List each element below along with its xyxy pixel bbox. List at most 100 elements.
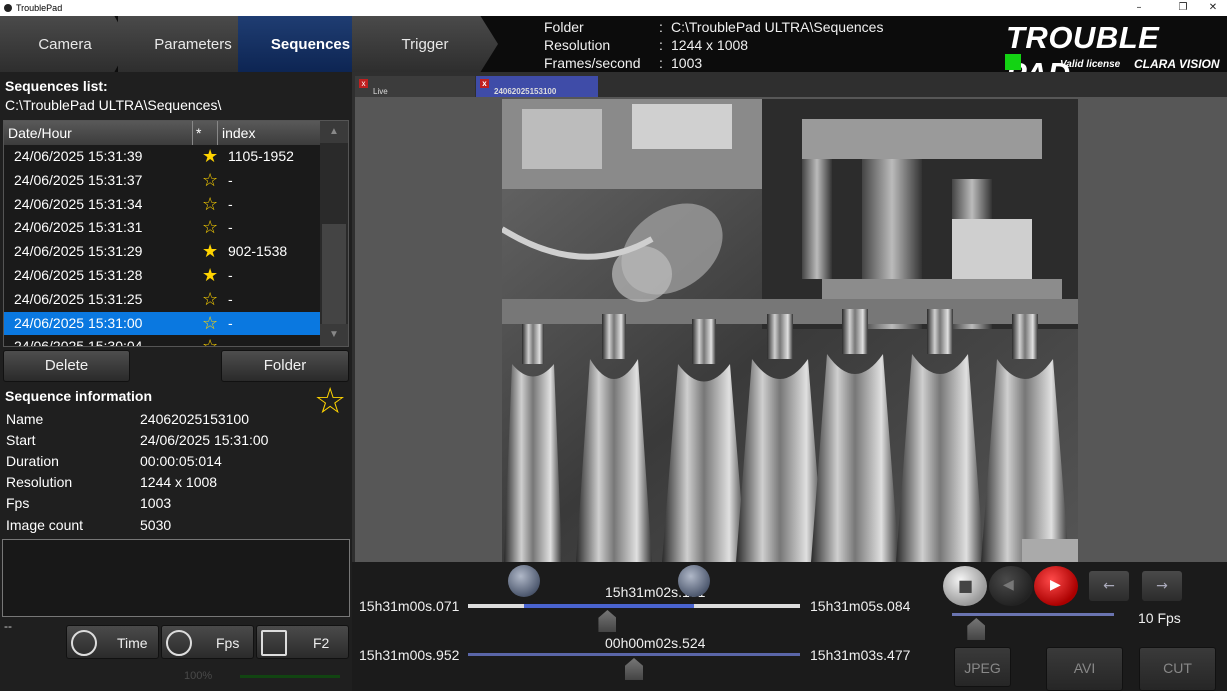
tab-label: Sequences (270, 36, 351, 53)
column-header-date[interactable]: Date/Hour (8, 125, 72, 141)
info-label-resolution: Resolution (6, 474, 73, 490)
folder-label: Folder (544, 19, 584, 35)
tab-trigger[interactable]: Trigger (352, 16, 498, 72)
table-scrollbar[interactable]: ▲ ▼ (320, 121, 348, 346)
table-cell-date: 24/06/2025 15:31:29 (14, 243, 143, 260)
f2-label: F2 (313, 635, 330, 651)
viewer-tab-label: 24062025153100 (494, 87, 557, 96)
status-text: -- (4, 619, 12, 633)
fps-value: 1003 (671, 55, 703, 71)
subtimeline-track[interactable] (468, 653, 800, 656)
viewer-tab-live[interactable]: x Live (355, 76, 475, 97)
app-icon (4, 4, 12, 12)
subtimeline-current: 00h00m02s.524 (605, 635, 706, 651)
cut-button[interactable]: CUT (1139, 647, 1216, 691)
zoom-level: 100% (184, 670, 213, 682)
tab-label: Camera (38, 36, 92, 53)
step-back-button[interactable]: ← (1089, 571, 1129, 601)
tab-camera[interactable]: Camera (0, 16, 130, 72)
f2-button[interactable]: F2 (256, 625, 349, 659)
clock-icon (71, 630, 97, 656)
scroll-down-icon[interactable]: ▼ (320, 324, 348, 346)
info-label-fps: Fps (6, 495, 30, 511)
timeline-playhead[interactable] (598, 610, 617, 632)
fps-button[interactable]: Fps (161, 625, 254, 659)
table-row[interactable]: 24/06/2025 15:30:04 ☆ (4, 335, 320, 346)
time-button[interactable]: Time (66, 625, 159, 659)
image-viewer[interactable] (355, 97, 1227, 562)
favorite-star-icon[interactable]: ☆ (202, 217, 218, 238)
viewer-tab-sequence[interactable]: x 24062025153100 (476, 76, 598, 97)
info-label-duration: Duration (6, 453, 59, 469)
reverse-button[interactable]: ◀ (989, 566, 1033, 606)
play-button[interactable]: ▶ (1034, 566, 1078, 606)
sequences-table: Date/Hour * index 24/06/2025 15:31:39 ★ 11… (3, 120, 349, 347)
column-header-star[interactable]: * (196, 125, 201, 141)
sequence-frame-image (502, 99, 1078, 562)
table-cell-index: - (228, 219, 233, 236)
favorite-star-icon[interactable]: ★ (202, 241, 218, 262)
close-button[interactable]: ✕ (1206, 1, 1220, 15)
favorite-star-icon[interactable]: ☆ (314, 381, 346, 422)
fps-label: Frames/second (544, 55, 641, 71)
table-cell-index: - (228, 267, 233, 283)
column-header-index[interactable]: index (222, 125, 255, 141)
favorite-star-icon[interactable]: ☆ (202, 170, 218, 191)
sequence-information: Sequence information ☆ Name 240620251531… (2, 381, 350, 539)
favorite-star-icon[interactable]: ☆ (202, 289, 218, 310)
table-row[interactable]: 24/06/2025 15:31:31 ☆ - (4, 216, 320, 239)
favorite-star-icon[interactable]: ☆ (202, 313, 218, 334)
minimize-button[interactable]: – (1132, 1, 1146, 15)
delete-button[interactable]: Delete (3, 350, 130, 382)
table-row[interactable]: 24/06/2025 15:31:00 ☆ - (4, 311, 320, 335)
timeline-end: 15h31m05s.084 (810, 598, 911, 614)
subtimeline-playhead[interactable] (625, 658, 643, 680)
export-jpeg-button[interactable]: JPEG (954, 647, 1011, 687)
license-status: Valid license (1060, 59, 1121, 70)
table-row[interactable]: 24/06/2025 15:31:37 ☆ - (4, 169, 320, 192)
table-cell-date: 24/06/2025 15:31:39 (14, 148, 143, 164)
favorite-star-icon[interactable]: ★ (202, 146, 218, 167)
table-row[interactable]: 24/06/2025 15:31:39 ★ 1105-1952 (4, 145, 320, 168)
table-row[interactable]: 24/06/2025 15:31:29 ★ 902-1538 (4, 240, 320, 263)
table-row[interactable]: 24/06/2025 15:31:25 ☆ - (4, 288, 320, 311)
speed-slider-handle[interactable] (967, 618, 986, 640)
table-row[interactable]: 24/06/2025 15:31:28 ★ - (4, 264, 320, 287)
favorite-star-icon[interactable]: ☆ (202, 194, 218, 215)
tab-label: Parameters (154, 36, 232, 53)
time-label: Time (117, 635, 148, 651)
close-tab-icon[interactable]: x (359, 79, 368, 88)
info-label-start: Start (6, 432, 36, 448)
table-cell-index: 902-1538 (228, 243, 288, 260)
top-bar: Camera Parameters Sequences Trigger Fold… (0, 16, 1227, 91)
selection-start-handle[interactable] (508, 565, 541, 597)
export-avi-button[interactable]: AVI (1046, 647, 1123, 691)
table-header: Date/Hour * index (4, 121, 330, 145)
window-title: TroublePad (16, 3, 63, 13)
table-cell-index: - (228, 195, 233, 212)
info-value-name: 24062025153100 (140, 411, 250, 427)
zoom-slider[interactable] (240, 675, 340, 678)
notes-area[interactable] (2, 539, 350, 617)
stop-button[interactable]: ■ (943, 566, 987, 606)
viewer-tab-label: Live (373, 87, 388, 96)
company-name: CLARA VISION (1134, 57, 1220, 71)
playback-controls: 15h31m00s.071 15h31m02s.181 15h31m05s.08… (352, 562, 1227, 691)
favorite-star-icon[interactable]: ☆ (202, 336, 218, 346)
close-tab-icon[interactable]: x (480, 79, 489, 88)
stop-icon: ■ (958, 576, 974, 595)
restore-button[interactable]: ❐ (1176, 1, 1190, 15)
window-titlebar: TroublePad – ❐ ✕ (0, 0, 1227, 16)
table-cell-date: 24/06/2025 15:31:34 (14, 195, 143, 212)
selection-end-handle[interactable] (677, 565, 710, 597)
speed-slider-track[interactable] (952, 613, 1114, 616)
license-indicator (1005, 54, 1021, 70)
info-value-resolution: 1244 x 1008 (140, 474, 218, 490)
scroll-up-icon[interactable]: ▲ (320, 121, 348, 143)
favorite-star-icon[interactable]: ★ (202, 265, 218, 286)
table-row[interactable]: 24/06/2025 15:31:34 ☆ - (4, 193, 320, 216)
folder-button[interactable]: Folder (221, 350, 349, 382)
step-forward-button[interactable]: → (1142, 571, 1182, 601)
resolution-value: 1244 x 1008 (671, 37, 749, 53)
reverse-icon: ◀ (1003, 577, 1014, 593)
